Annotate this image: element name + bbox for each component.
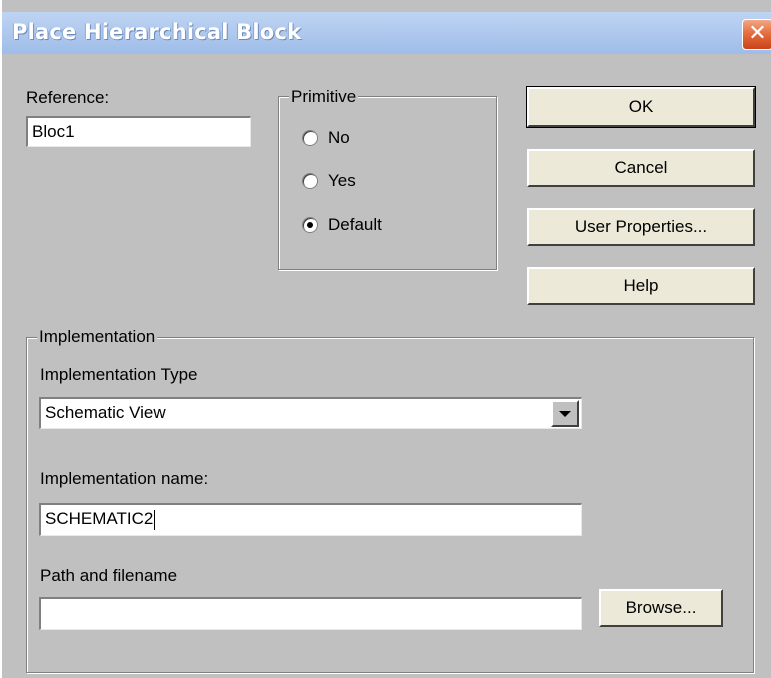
path-filename-label: Path and filename xyxy=(40,566,178,585)
radio-label-yes: Yes xyxy=(328,171,356,190)
radio-icon xyxy=(302,173,318,189)
ok-button[interactable]: OK xyxy=(526,86,756,128)
path-filename-input[interactable] xyxy=(39,597,582,630)
reference-label: Reference: xyxy=(26,88,110,107)
radio-label-no: No xyxy=(328,128,350,147)
radio-primitive-default[interactable]: Default xyxy=(302,215,382,235)
dialog-title: Place Hierarchical Block xyxy=(12,20,302,44)
reference-input[interactable]: Bloc1 xyxy=(26,116,251,147)
close-icon[interactable]: ✕ xyxy=(742,19,771,50)
radio-primitive-no[interactable]: No xyxy=(302,128,350,148)
implementation-type-label: Implementation Type xyxy=(40,365,198,384)
implementation-name-label: Implementation name: xyxy=(40,469,209,488)
title-bar[interactable]: Place Hierarchical Block xyxy=(2,12,771,54)
radio-icon xyxy=(302,130,318,146)
cancel-button[interactable]: Cancel xyxy=(527,149,755,187)
radio-label-default: Default xyxy=(328,215,382,234)
implementation-type-select[interactable]: Schematic View xyxy=(39,397,582,429)
implementation-type-dropdown-button[interactable] xyxy=(551,400,579,427)
browse-button[interactable]: Browse... xyxy=(599,589,723,627)
user-properties-button[interactable]: User Properties... xyxy=(527,208,755,246)
help-button[interactable]: Help xyxy=(527,267,755,305)
dialog-body: Reference: Bloc1 Primitive No Yes Defaul… xyxy=(2,54,771,678)
radio-icon xyxy=(302,217,318,233)
chevron-down-icon xyxy=(559,410,571,417)
reference-value: Bloc1 xyxy=(32,122,75,141)
radio-primitive-yes[interactable]: Yes xyxy=(302,171,356,191)
implementation-type-value: Schematic View xyxy=(45,403,166,422)
radio-selected-dot xyxy=(307,222,313,228)
implementation-name-input[interactable]: SCHEMATIC2 xyxy=(39,503,582,536)
primitive-legend: Primitive xyxy=(289,87,359,107)
implementation-legend: Implementation xyxy=(37,327,158,347)
text-caret xyxy=(154,509,156,530)
implementation-name-value: SCHEMATIC2 xyxy=(45,509,154,528)
place-hierarchical-block-dialog: Place Hierarchical Block ✕ Reference: Bl… xyxy=(0,0,771,678)
